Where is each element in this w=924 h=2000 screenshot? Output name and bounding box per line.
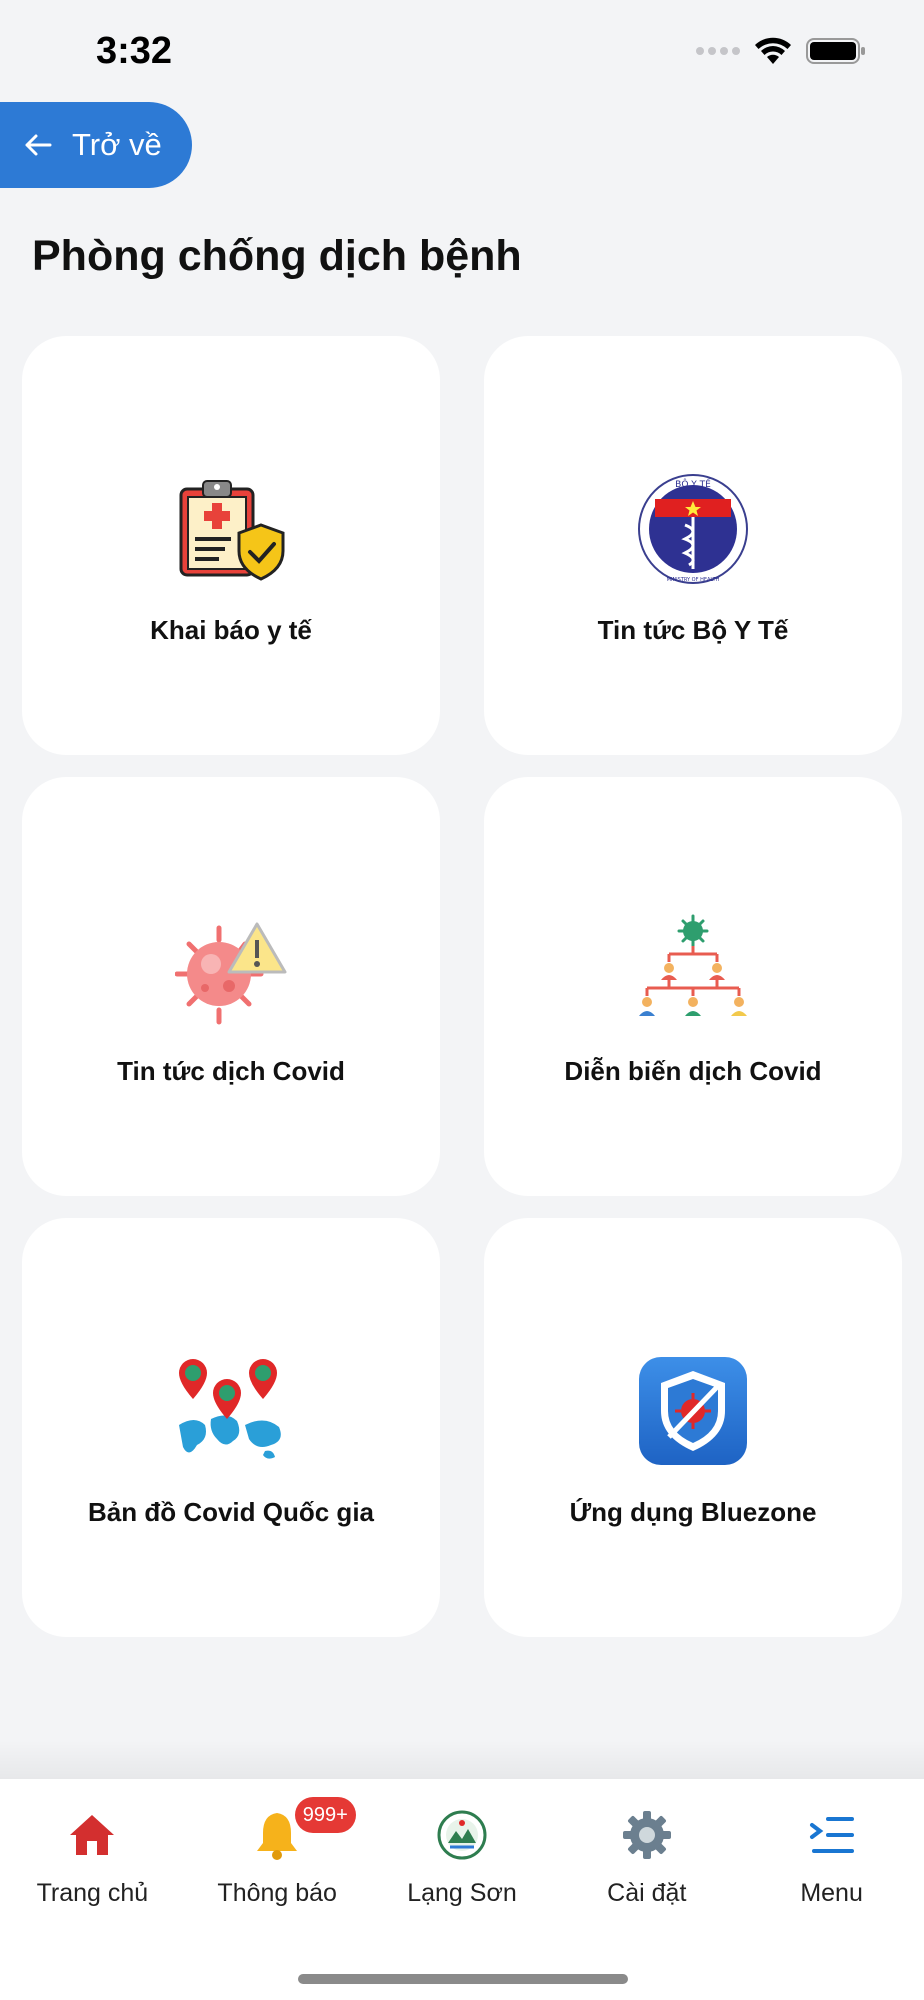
tab-bar-shadow <box>0 1740 924 1780</box>
medical-declaration-icon <box>179 480 285 581</box>
battery-icon <box>806 38 865 64</box>
cellular-signal-icon <box>696 47 740 55</box>
back-label: Trở về <box>72 127 162 162</box>
moh-logo-bottom-text: MINISTRY OF HEALTH <box>667 577 720 583</box>
card-bluezone-app[interactable]: Ứng dụng Bluezone <box>484 1218 902 1637</box>
bluezone-app-icon <box>639 1357 747 1465</box>
card-label: Khai báo y tế <box>150 615 312 645</box>
card-label: Ứng dụng Bluezone <box>569 1497 817 1527</box>
covid-spread-tree-icon <box>639 914 747 1016</box>
wifi-icon <box>755 37 791 64</box>
card-label: Bản đồ Covid Quốc gia <box>87 1497 374 1527</box>
menu-icon <box>809 1817 854 1853</box>
tab-settings[interactable]: Cài đặt <box>554 1779 739 2000</box>
card-label: Diễn biến dịch Covid <box>564 1056 822 1086</box>
feature-grid: Khai báo y tế BỘ Y TẾ MINISTRY OF HEALTH… <box>22 336 904 1637</box>
lang-son-emblem-icon <box>437 1810 487 1860</box>
moh-logo-top-text: BỘ Y TẾ <box>675 478 711 490</box>
arrow-left-icon <box>25 134 52 156</box>
status-bar: 3:32 <box>0 0 924 100</box>
home-indicator <box>298 1974 628 1984</box>
tab-notifications[interactable]: 999+ Thông báo <box>185 1779 370 2000</box>
ministry-of-health-logo: BỘ Y TẾ MINISTRY OF HEALTH <box>638 474 748 584</box>
tab-menu[interactable]: Menu <box>739 1779 924 2000</box>
card-covid-national-map[interactable]: Bản đồ Covid Quốc gia <box>22 1218 440 1637</box>
tab-home[interactable]: Trang chủ <box>0 1779 185 2000</box>
tab-label: Lạng Sơn <box>407 1879 517 1907</box>
card-medical-declaration[interactable]: Khai báo y tế <box>22 336 440 755</box>
tab-label: Thông báo <box>217 1879 337 1907</box>
covid-warning-icon <box>175 922 287 1025</box>
tab-lang-son[interactable]: Lạng Sơn <box>370 1779 555 2000</box>
tab-label: Menu <box>800 1879 863 1907</box>
card-covid-progress[interactable]: Diễn biến dịch Covid <box>484 777 902 1196</box>
card-covid-news[interactable]: Tin tức dịch Covid <box>22 777 440 1196</box>
covid-map-icon <box>179 1359 281 1459</box>
card-ministry-of-health-news[interactable]: BỘ Y TẾ MINISTRY OF HEALTH Tin tức Bộ Y … <box>484 336 902 755</box>
card-label: Tin tức dịch Covid <box>117 1056 345 1086</box>
home-icon <box>70 1815 115 1855</box>
status-time: 3:32 <box>96 30 173 72</box>
tab-label: Cài đặt <box>607 1879 687 1907</box>
notification-badge: 999+ <box>294 1797 356 1833</box>
page-title: Phòng chống dịch bệnh <box>32 232 522 280</box>
back-button[interactable]: Trở về <box>0 102 192 188</box>
gear-icon <box>622 1811 671 1859</box>
tab-label: Trang chủ <box>36 1879 149 1907</box>
card-label: Tin tức Bộ Y Tế <box>597 615 789 645</box>
status-icons <box>696 34 866 68</box>
bottom-tab-bar: Trang chủ 999+ Thông báo Lạng Sơn Cài đặ… <box>0 1779 924 2000</box>
